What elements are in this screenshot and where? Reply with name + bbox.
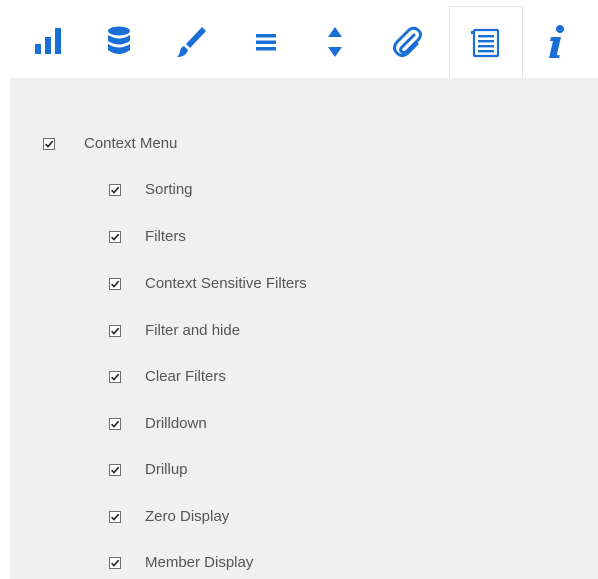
- zero-display-checkbox[interactable]: [109, 511, 121, 523]
- option-clear-filters[interactable]: Clear Filters: [109, 365, 226, 389]
- checkmark-icon: [111, 420, 120, 428]
- tab-bar-chart[interactable]: [12, 6, 86, 78]
- drillup-checkbox[interactable]: [109, 464, 121, 476]
- database-icon: [108, 26, 130, 54]
- toolbar: [0, 0, 598, 78]
- menu-lines-icon: [256, 34, 276, 51]
- checkmark-icon: [111, 373, 120, 381]
- checkmark-icon: [45, 140, 54, 148]
- checkmark-icon: [111, 327, 120, 335]
- clear-filters-checkbox[interactable]: [109, 371, 121, 383]
- context-sensitive-filters-checkbox[interactable]: [109, 278, 121, 290]
- option-sorting[interactable]: Sorting: [109, 178, 193, 202]
- context-menu-checkbox[interactable]: [43, 138, 55, 150]
- checkmark-icon: [111, 280, 120, 288]
- drilldown-checkbox[interactable]: [109, 418, 121, 430]
- tab-database[interactable]: [82, 6, 156, 78]
- sort-arrows-icon: [328, 27, 342, 57]
- zero-display-label: Zero Display: [145, 508, 230, 525]
- tab-style[interactable]: [154, 6, 228, 78]
- drilldown-label: Drilldown: [145, 415, 207, 432]
- context-menu-panel: Context Menu Sorting Filters Context Sen…: [10, 78, 598, 579]
- settings-window: Context Menu Sorting Filters Context Sen…: [0, 0, 598, 579]
- sorting-label: Sorting: [145, 181, 193, 198]
- option-zero-display[interactable]: Zero Display: [109, 505, 229, 529]
- checkmark-icon: [111, 186, 120, 194]
- context-sensitive-filters-label: Context Sensitive Filters: [145, 275, 307, 292]
- list-icon: [471, 28, 500, 57]
- context-menu-label: Context Menu: [84, 135, 178, 152]
- tab-info[interactable]: [520, 6, 594, 78]
- filters-checkbox[interactable]: [109, 231, 121, 243]
- tab-list[interactable]: [449, 6, 523, 78]
- option-member-display[interactable]: Member Display: [109, 551, 253, 575]
- drillup-label: Drillup: [145, 461, 188, 478]
- paperclip-icon: [393, 26, 422, 57]
- checkmark-icon: [111, 559, 120, 567]
- filter-and-hide-checkbox[interactable]: [109, 325, 121, 337]
- checkmark-icon: [111, 466, 120, 474]
- member-display-label: Member Display: [145, 554, 254, 571]
- option-filter-and-hide[interactable]: Filter and hide: [109, 319, 240, 343]
- option-filters[interactable]: Filters: [109, 225, 186, 249]
- option-context-sensitive-filters[interactable]: Context Sensitive Filters: [109, 272, 307, 296]
- checkmark-icon: [111, 513, 120, 521]
- member-display-checkbox[interactable]: [109, 557, 121, 569]
- option-drillup[interactable]: Drillup: [109, 458, 188, 482]
- info-icon: [549, 25, 564, 58]
- sorting-checkbox[interactable]: [109, 184, 121, 196]
- filter-and-hide-label: Filter and hide: [145, 322, 241, 339]
- bar-chart-icon: [35, 28, 61, 54]
- option-drilldown[interactable]: Drilldown: [109, 412, 207, 436]
- checkmark-icon: [111, 233, 120, 241]
- tab-attachments[interactable]: [370, 6, 444, 78]
- tab-sort[interactable]: [298, 6, 372, 78]
- paintbrush-icon: [177, 27, 206, 57]
- tab-menu[interactable]: [229, 6, 303, 78]
- clear-filters-label: Clear Filters: [145, 368, 226, 385]
- filters-label: Filters: [145, 228, 186, 245]
- context-menu-option[interactable]: Context Menu: [43, 132, 177, 156]
